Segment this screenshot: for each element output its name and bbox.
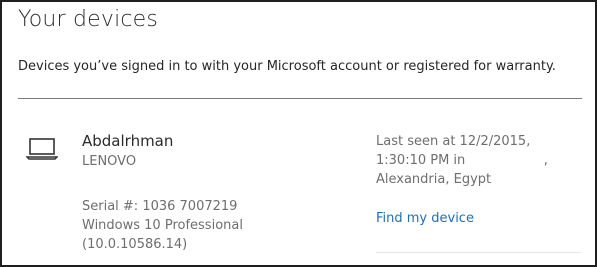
intro-text: Devices you’ve signed in to with your Mi…	[18, 59, 556, 74]
device-manufacturer: LENOVO	[82, 154, 137, 169]
devices-panel: Your devices Devices you’ve signed in to…	[0, 0, 597, 267]
last-seen: Last seen at 12/2/2015, 1:30:10 PM in , …	[376, 132, 586, 189]
serial-number: Serial #: 1036 7007219	[82, 199, 238, 214]
laptop-icon	[26, 138, 58, 160]
device-name: Abdalrhman	[82, 132, 174, 150]
os-name: Windows 10 Professional	[82, 218, 243, 233]
find-my-device-link[interactable]: Find my device	[376, 211, 474, 226]
divider	[18, 98, 582, 99]
last-seen-time: 1:30:10 PM in ,	[376, 153, 548, 168]
last-seen-location: Alexandria, Egypt	[376, 172, 492, 187]
last-seen-date: Last seen at 12/2/2015,	[376, 134, 531, 149]
device-details: Serial #: 1036 7007219 Windows 10 Profes…	[82, 197, 342, 254]
card-divider	[376, 252, 581, 253]
os-version: (10.0.10586.14)	[82, 237, 188, 252]
page-title: Your devices	[18, 7, 159, 32]
